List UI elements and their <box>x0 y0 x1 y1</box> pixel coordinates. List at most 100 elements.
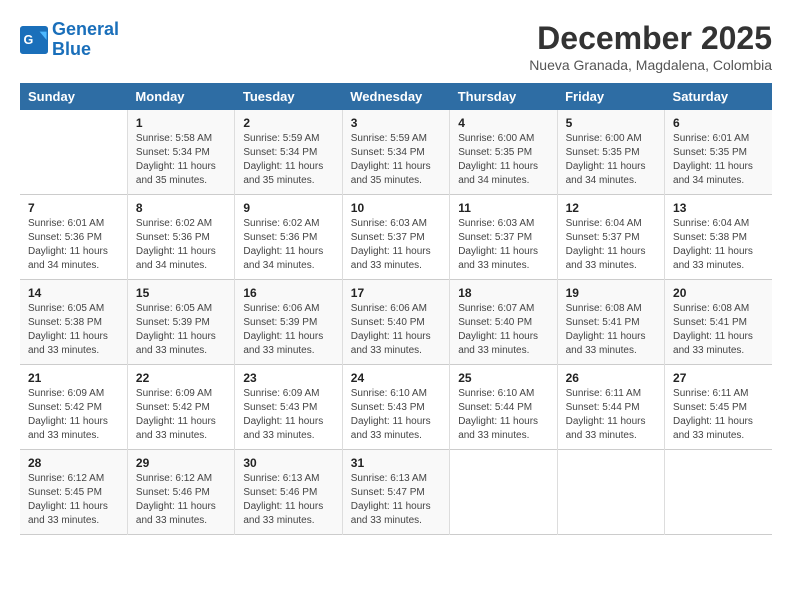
calendar-cell: 5 Sunrise: 6:00 AMSunset: 5:35 PMDaylight… <box>557 110 664 195</box>
calendar-cell: 7 Sunrise: 6:01 AMSunset: 5:36 PMDaylight… <box>20 195 127 280</box>
calendar-header: SundayMondayTuesdayWednesdayThursdayFrid… <box>20 83 772 110</box>
calendar-cell: 23 Sunrise: 6:09 AMSunset: 5:43 PMDayligh… <box>235 365 342 450</box>
day-info: Sunrise: 6:02 AMSunset: 5:36 PMDaylight:… <box>136 217 226 273</box>
day-info: Sunrise: 5:58 AMSunset: 5:34 PMDaylight:… <box>136 132 226 188</box>
day-number: 20 <box>673 286 764 300</box>
logo-icon: G <box>20 26 48 54</box>
title-block: December 2025 Nueva Granada, Magdalena, … <box>529 20 772 73</box>
calendar-cell: 2 Sunrise: 5:59 AMSunset: 5:34 PMDaylight… <box>235 110 342 195</box>
day-number: 31 <box>351 456 441 470</box>
logo-text: General Blue <box>52 20 119 60</box>
weekday-header-sunday: Sunday <box>20 83 127 110</box>
day-number: 5 <box>566 116 656 130</box>
day-number: 26 <box>566 371 656 385</box>
day-number: 2 <box>243 116 333 130</box>
calendar-cell: 3 Sunrise: 5:59 AMSunset: 5:34 PMDaylight… <box>342 110 449 195</box>
location-subtitle: Nueva Granada, Magdalena, Colombia <box>529 57 772 73</box>
day-info: Sunrise: 6:01 AMSunset: 5:36 PMDaylight:… <box>28 217 119 273</box>
day-number: 10 <box>351 201 441 215</box>
calendar-table: SundayMondayTuesdayWednesdayThursdayFrid… <box>20 83 772 535</box>
day-number: 21 <box>28 371 119 385</box>
calendar-cell: 30Sunrise: 6:13 AMSunset: 5:46 PMDayligh… <box>235 450 342 535</box>
day-info: Sunrise: 6:09 AMSunset: 5:43 PMDaylight:… <box>243 387 333 443</box>
calendar-cell: 13Sunrise: 6:04 AMSunset: 5:38 PMDayligh… <box>665 195 772 280</box>
logo-line1: General <box>52 19 119 39</box>
day-number: 1 <box>136 116 226 130</box>
day-number: 14 <box>28 286 119 300</box>
weekday-header-monday: Monday <box>127 83 234 110</box>
day-info: Sunrise: 5:59 AMSunset: 5:34 PMDaylight:… <box>351 132 441 188</box>
day-number: 6 <box>673 116 764 130</box>
day-number: 30 <box>243 456 333 470</box>
month-title: December 2025 <box>529 20 772 57</box>
day-number: 9 <box>243 201 333 215</box>
day-info: Sunrise: 5:59 AMSunset: 5:34 PMDaylight:… <box>243 132 333 188</box>
weekday-header-thursday: Thursday <box>450 83 557 110</box>
calendar-cell: 6 Sunrise: 6:01 AMSunset: 5:35 PMDaylight… <box>665 110 772 195</box>
day-info: Sunrise: 6:04 AMSunset: 5:37 PMDaylight:… <box>566 217 656 273</box>
day-number: 7 <box>28 201 119 215</box>
day-info: Sunrise: 6:00 AMSunset: 5:35 PMDaylight:… <box>458 132 548 188</box>
day-info: Sunrise: 6:09 AMSunset: 5:42 PMDaylight:… <box>136 387 226 443</box>
calendar-cell: 10Sunrise: 6:03 AMSunset: 5:37 PMDayligh… <box>342 195 449 280</box>
day-number: 24 <box>351 371 441 385</box>
calendar-cell <box>450 450 557 535</box>
day-info: Sunrise: 6:12 AMSunset: 5:46 PMDaylight:… <box>136 472 226 528</box>
day-info: Sunrise: 6:02 AMSunset: 5:36 PMDaylight:… <box>243 217 333 273</box>
calendar-cell: 22Sunrise: 6:09 AMSunset: 5:42 PMDayligh… <box>127 365 234 450</box>
day-number: 8 <box>136 201 226 215</box>
day-info: Sunrise: 6:06 AMSunset: 5:40 PMDaylight:… <box>351 302 441 358</box>
calendar-cell: 12 Sunrise: 6:04 AMSunset: 5:37 PMDayligh… <box>557 195 664 280</box>
day-number: 23 <box>243 371 333 385</box>
calendar-body: 1 Sunrise: 5:58 AMSunset: 5:34 PMDaylight… <box>20 110 772 535</box>
calendar-cell: 27Sunrise: 6:11 AMSunset: 5:45 PMDayligh… <box>665 365 772 450</box>
day-number: 15 <box>136 286 226 300</box>
day-number: 3 <box>351 116 441 130</box>
day-info: Sunrise: 6:08 AMSunset: 5:41 PMDaylight:… <box>673 302 764 358</box>
calendar-week-4: 21 Sunrise: 6:09 AMSunset: 5:42 PMDayligh… <box>20 365 772 450</box>
calendar-cell: 28Sunrise: 6:12 AMSunset: 5:45 PMDayligh… <box>20 450 127 535</box>
day-number: 28 <box>28 456 119 470</box>
calendar-cell: 31 Sunrise: 6:13 AMSunset: 5:47 PMDayligh… <box>342 450 449 535</box>
day-info: Sunrise: 6:11 AMSunset: 5:45 PMDaylight:… <box>673 387 764 443</box>
calendar-cell: 16 Sunrise: 6:06 AMSunset: 5:39 PMDayligh… <box>235 280 342 365</box>
day-number: 19 <box>566 286 656 300</box>
day-info: Sunrise: 6:11 AMSunset: 5:44 PMDaylight:… <box>566 387 656 443</box>
day-info: Sunrise: 6:10 AMSunset: 5:44 PMDaylight:… <box>458 387 548 443</box>
calendar-cell: 19 Sunrise: 6:08 AMSunset: 5:41 PMDayligh… <box>557 280 664 365</box>
calendar-cell <box>665 450 772 535</box>
calendar-cell: 18Sunrise: 6:07 AMSunset: 5:40 PMDayligh… <box>450 280 557 365</box>
day-info: Sunrise: 6:03 AMSunset: 5:37 PMDaylight:… <box>458 217 548 273</box>
calendar-cell: 9 Sunrise: 6:02 AMSunset: 5:36 PMDaylight… <box>235 195 342 280</box>
calendar-cell: 11 Sunrise: 6:03 AMSunset: 5:37 PMDayligh… <box>450 195 557 280</box>
day-number: 11 <box>458 201 548 215</box>
calendar-week-3: 14 Sunrise: 6:05 AMSunset: 5:38 PMDayligh… <box>20 280 772 365</box>
day-info: Sunrise: 6:01 AMSunset: 5:35 PMDaylight:… <box>673 132 764 188</box>
day-info: Sunrise: 6:09 AMSunset: 5:42 PMDaylight:… <box>28 387 119 443</box>
calendar-cell: 8 Sunrise: 6:02 AMSunset: 5:36 PMDaylight… <box>127 195 234 280</box>
day-info: Sunrise: 6:07 AMSunset: 5:40 PMDaylight:… <box>458 302 548 358</box>
calendar-week-5: 28Sunrise: 6:12 AMSunset: 5:45 PMDayligh… <box>20 450 772 535</box>
day-number: 16 <box>243 286 333 300</box>
calendar-week-2: 7 Sunrise: 6:01 AMSunset: 5:36 PMDaylight… <box>20 195 772 280</box>
day-info: Sunrise: 6:08 AMSunset: 5:41 PMDaylight:… <box>566 302 656 358</box>
calendar-cell: 26 Sunrise: 6:11 AMSunset: 5:44 PMDayligh… <box>557 365 664 450</box>
weekday-header-saturday: Saturday <box>665 83 772 110</box>
calendar-week-1: 1 Sunrise: 5:58 AMSunset: 5:34 PMDaylight… <box>20 110 772 195</box>
logo-line2: Blue <box>52 40 119 60</box>
calendar-cell: 1 Sunrise: 5:58 AMSunset: 5:34 PMDaylight… <box>127 110 234 195</box>
weekday-header-tuesday: Tuesday <box>235 83 342 110</box>
day-number: 12 <box>566 201 656 215</box>
day-number: 13 <box>673 201 764 215</box>
page-header: G General Blue December 2025 Nueva Grana… <box>20 20 772 73</box>
calendar-cell: 4Sunrise: 6:00 AMSunset: 5:35 PMDaylight… <box>450 110 557 195</box>
day-info: Sunrise: 6:06 AMSunset: 5:39 PMDaylight:… <box>243 302 333 358</box>
weekday-header-row: SundayMondayTuesdayWednesdayThursdayFrid… <box>20 83 772 110</box>
day-info: Sunrise: 6:05 AMSunset: 5:39 PMDaylight:… <box>136 302 226 358</box>
weekday-header-wednesday: Wednesday <box>342 83 449 110</box>
calendar-cell: 20 Sunrise: 6:08 AMSunset: 5:41 PMDayligh… <box>665 280 772 365</box>
day-info: Sunrise: 6:05 AMSunset: 5:38 PMDaylight:… <box>28 302 119 358</box>
day-info: Sunrise: 6:00 AMSunset: 5:35 PMDaylight:… <box>566 132 656 188</box>
day-info: Sunrise: 6:13 AMSunset: 5:47 PMDaylight:… <box>351 472 441 528</box>
weekday-header-friday: Friday <box>557 83 664 110</box>
